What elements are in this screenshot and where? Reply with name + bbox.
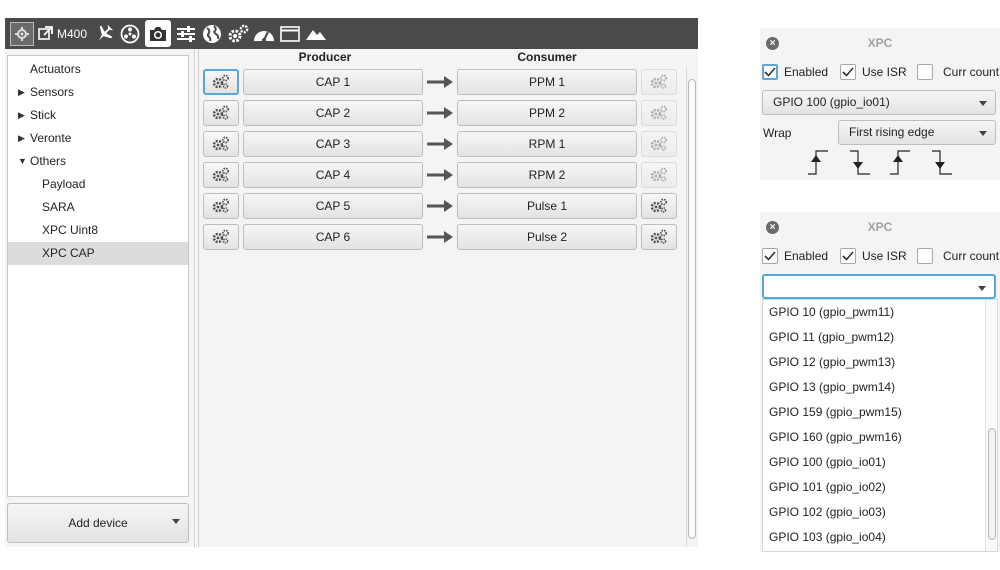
sidebar-item-sensors[interactable]: ▶ Sensors bbox=[8, 81, 188, 104]
gpio-option[interactable]: GPIO 10 (gpio_pwm11) bbox=[763, 300, 997, 325]
scrollbar-thumb[interactable] bbox=[988, 428, 996, 540]
check-icon[interactable] bbox=[762, 248, 778, 264]
gpio-option[interactable]: GPIO 13 (gpio_pwm14) bbox=[763, 375, 997, 400]
airplane-icon[interactable] bbox=[91, 18, 117, 49]
sidebar-item-label: Sensors bbox=[30, 85, 75, 99]
curr-count-label: Curr count bbox=[943, 65, 1000, 79]
grid-icon[interactable] bbox=[5, 18, 35, 49]
sidebar-item-label: Actuators bbox=[30, 62, 81, 76]
dropdown-scrollbar[interactable] bbox=[985, 300, 997, 551]
enabled-label: Enabled bbox=[784, 249, 829, 263]
mapping-scrollbar[interactable] bbox=[686, 67, 696, 547]
chevron-right-icon[interactable]: ▶ bbox=[18, 104, 25, 127]
use-isr-label: Use ISR bbox=[862, 249, 907, 263]
xpc-title: XPC bbox=[867, 36, 893, 50]
use-isr-label: Use ISR bbox=[862, 65, 907, 79]
use-isr-checkbox[interactable]: Use ISR bbox=[840, 64, 907, 80]
gpio-option[interactable]: GPIO 12 (gpio_pwm13) bbox=[763, 350, 997, 375]
gears-icon[interactable] bbox=[225, 18, 251, 49]
gpio-dropdown-list: GPIO 10 (gpio_pwm11) GPIO 11 (gpio_pwm12)… bbox=[762, 299, 998, 552]
sidebar-item-actuators[interactable]: Actuators bbox=[8, 58, 188, 81]
sidebar-item-xpc-cap[interactable]: XPC CAP bbox=[8, 242, 188, 265]
gpio-options: GPIO 10 (gpio_pwm11) GPIO 11 (gpio_pwm12)… bbox=[763, 300, 997, 550]
rising-edge-icon[interactable] bbox=[806, 148, 830, 176]
sidebar-item-sara[interactable]: SARA bbox=[8, 196, 188, 219]
window-icon[interactable] bbox=[277, 18, 303, 49]
device-tree: Actuators ▶ Sensors ▶ Stick ▶ Veronte ▼ Others Pa… bbox=[7, 55, 189, 497]
sidebar-item-xpc-uint8[interactable]: XPC Uint8 bbox=[8, 219, 188, 242]
chevron-right-icon[interactable]: ▶ bbox=[18, 81, 25, 104]
curr-count-label: Curr count bbox=[943, 249, 1000, 263]
sidebar-item-payload[interactable]: Payload bbox=[8, 173, 188, 196]
chevron-down-icon[interactable] bbox=[978, 286, 986, 291]
sidebar-item-others[interactable]: ▼ Others bbox=[8, 150, 188, 173]
use-isr-checkbox[interactable]: Use ISR bbox=[840, 248, 907, 264]
gpio-select-value: GPIO 100 (gpio_io01) bbox=[773, 95, 890, 109]
sidebar-item-label: Stick bbox=[30, 108, 57, 122]
chevron-down-icon[interactable] bbox=[979, 131, 987, 136]
chevron-down-icon[interactable] bbox=[979, 101, 987, 106]
panel-divider bbox=[198, 49, 698, 547]
checkbox-empty[interactable] bbox=[917, 64, 933, 80]
xpc-panel-top: × XPC Enabled Use ISR Curr count GPIO 10… bbox=[760, 28, 1000, 180]
chevron-down-icon[interactable]: ▼ bbox=[18, 150, 27, 173]
sidebar-item-label: XPC CAP bbox=[42, 246, 95, 260]
enabled-label: Enabled bbox=[784, 65, 829, 79]
gpio-option[interactable]: GPIO 11 (gpio_pwm12) bbox=[763, 325, 997, 350]
sidebar-item-label: Others bbox=[30, 154, 67, 168]
sidebar-item-label: SARA bbox=[42, 200, 75, 214]
curr-count-checkbox[interactable]: Curr count bbox=[917, 64, 999, 80]
sidebar-item-label: Payload bbox=[42, 177, 86, 191]
external-link-icon[interactable] bbox=[35, 18, 55, 49]
check-icon[interactable] bbox=[840, 248, 856, 264]
radiation-icon[interactable] bbox=[117, 18, 143, 49]
sidebar-item-label: XPC Uint8 bbox=[42, 223, 99, 237]
enabled-checkbox[interactable]: Enabled bbox=[762, 248, 828, 264]
camera-icon[interactable] bbox=[145, 20, 172, 47]
xpc-title: XPC bbox=[867, 220, 893, 234]
add-device-button[interactable]: Add device bbox=[7, 503, 189, 543]
wrap-select[interactable]: First rising edge bbox=[838, 120, 996, 145]
chevron-down-icon[interactable] bbox=[172, 519, 180, 524]
gpio-option[interactable]: GPIO 102 (gpio_io03) bbox=[763, 500, 997, 525]
main-toolbar: M400 bbox=[5, 18, 698, 49]
rising-edge-icon[interactable] bbox=[888, 148, 912, 176]
gpio-option[interactable]: GPIO 103 (gpio_io04) bbox=[763, 525, 997, 550]
enabled-checkbox[interactable]: Enabled bbox=[762, 64, 828, 80]
check-icon[interactable] bbox=[840, 64, 856, 80]
gpio-select[interactable]: GPIO 100 (gpio_io01) bbox=[762, 90, 996, 115]
mountains-icon[interactable] bbox=[303, 18, 329, 49]
gpio-option[interactable]: GPIO 160 (gpio_pwm16) bbox=[763, 425, 997, 450]
falling-edge-icon[interactable] bbox=[930, 148, 954, 176]
checkbox-empty[interactable] bbox=[917, 248, 933, 264]
dashboard-icon[interactable] bbox=[251, 18, 277, 49]
device-name: M400 bbox=[57, 26, 88, 41]
wrap-select-value: First rising edge bbox=[849, 125, 935, 139]
device-label[interactable]: M400 bbox=[55, 18, 91, 49]
sidebar-item-label: Veronte bbox=[30, 131, 72, 145]
device-sidebar: Actuators ▶ Sensors ▶ Stick ▶ Veronte ▼ Others Pa… bbox=[5, 49, 195, 547]
add-device-label: Add device bbox=[68, 516, 128, 530]
scrollbar-thumb[interactable] bbox=[688, 79, 696, 539]
gpio-select[interactable] bbox=[762, 274, 996, 299]
check-icon[interactable] bbox=[762, 64, 778, 80]
curr-count-checkbox[interactable]: Curr count bbox=[917, 248, 999, 264]
falling-edge-icon[interactable] bbox=[848, 148, 872, 176]
gpio-option[interactable]: GPIO 101 (gpio_io02) bbox=[763, 475, 997, 500]
globe-icon[interactable] bbox=[199, 18, 225, 49]
chevron-right-icon[interactable]: ▶ bbox=[18, 127, 25, 150]
gpio-option[interactable]: GPIO 100 (gpio_io01) bbox=[763, 450, 997, 475]
gpio-option[interactable]: GPIO 159 (gpio_pwm15) bbox=[763, 400, 997, 425]
sliders-icon[interactable] bbox=[173, 18, 199, 49]
wrap-label: Wrap bbox=[763, 126, 792, 140]
sidebar-item-veronte[interactable]: ▶ Veronte bbox=[8, 127, 188, 150]
sidebar-item-stick[interactable]: ▶ Stick bbox=[8, 104, 188, 127]
